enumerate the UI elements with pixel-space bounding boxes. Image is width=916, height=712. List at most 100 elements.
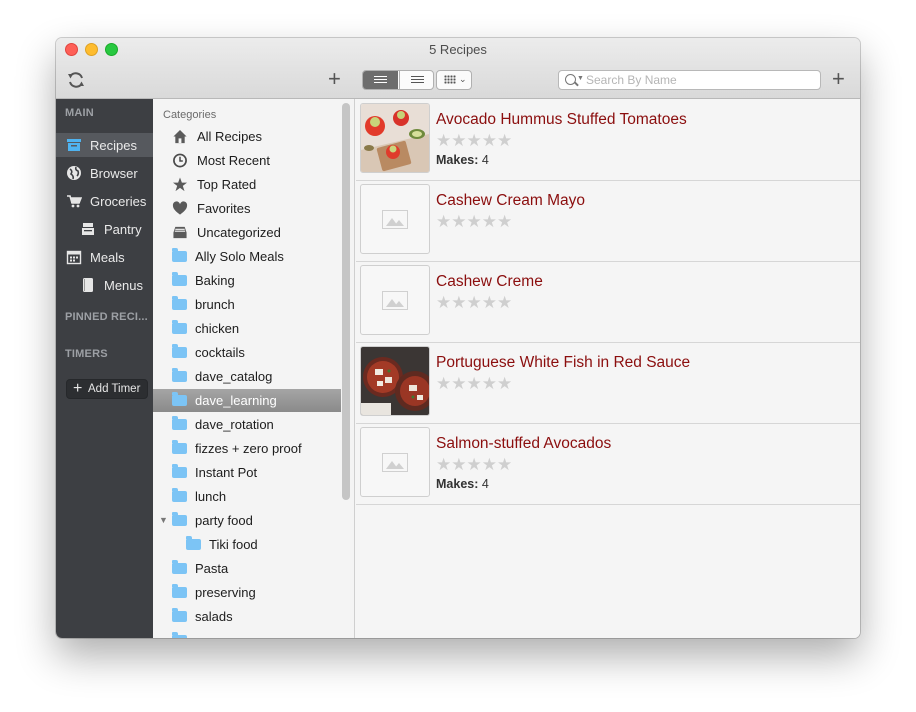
sidebar-item-pantry[interactable]: Pantry	[56, 217, 153, 241]
sidebar-item-recipes[interactable]: Recipes	[56, 133, 153, 157]
recipe-name[interactable]: Cashew Creme	[436, 273, 543, 291]
folder-icon	[172, 464, 187, 478]
add-recipe-button[interactable]: +	[832, 68, 848, 90]
folder-icon	[172, 632, 187, 638]
category-partial-row[interactable]	[153, 629, 341, 638]
recipe-box-icon	[67, 139, 81, 151]
category-brunch[interactable]: brunch	[153, 293, 341, 316]
category-salads[interactable]: salads	[153, 605, 341, 628]
heart-icon	[172, 201, 188, 215]
categories-pane: Categories All Recipes Most Recent Top R…	[153, 99, 355, 638]
list-view-icon	[374, 76, 387, 84]
sidebar-pinned-header: PINNED RECI...	[65, 311, 148, 323]
folder-icon	[172, 272, 187, 286]
folder-icon	[172, 608, 187, 622]
add-category-button[interactable]: +	[328, 68, 344, 90]
category-preserving[interactable]: preserving	[153, 581, 341, 604]
category-label: preserving	[195, 585, 256, 600]
category-label: Favorites	[197, 201, 251, 216]
category-label: All Recipes	[197, 129, 263, 144]
sidebar-item-browser[interactable]: Browser	[56, 161, 153, 185]
categories-title: Categories	[163, 109, 217, 121]
recipe-row[interactable]: Avocado Hummus Stuffed Tomatoes ★★★★★ Ma…	[356, 99, 860, 181]
recipe-row[interactable]: Salmon-stuffed Avocados ★★★★★ Makes: 4	[356, 423, 860, 505]
search-field[interactable]: ▼	[558, 70, 821, 90]
tomatoes-photo	[361, 104, 429, 172]
category-favorites[interactable]: Favorites	[153, 197, 341, 220]
category-pasta[interactable]: Pasta	[153, 557, 341, 580]
compact-list-view-button[interactable]	[399, 71, 433, 89]
recipe-makes: Makes: 4	[436, 153, 489, 167]
category-dave-learning[interactable]: dave_learning	[153, 389, 341, 412]
category-chicken[interactable]: chicken	[153, 317, 341, 340]
categories-scrollbar[interactable]	[342, 103, 350, 500]
sidebar-item-label: Pantry	[104, 222, 142, 237]
search-icon	[565, 74, 576, 85]
category-label: dave_catalog	[195, 369, 273, 384]
category-dave-catalog[interactable]: dave_catalog	[153, 365, 341, 388]
category-lunch[interactable]: lunch	[153, 485, 341, 508]
recipe-name[interactable]: Salmon-stuffed Avocados	[436, 435, 611, 453]
recipe-thumbnail	[360, 427, 430, 497]
recipe-name[interactable]: Portuguese White Fish in Red Sauce	[436, 354, 690, 372]
recipe-row[interactable]: Cashew Creme ★★★★★	[356, 261, 860, 343]
category-label: Baking	[195, 273, 235, 288]
makes-value: 4	[481, 153, 489, 167]
sidebar-item-label: Meals	[90, 250, 125, 265]
category-label: lunch	[195, 489, 227, 504]
star-icon	[172, 177, 188, 192]
recipe-thumbnail	[360, 184, 430, 254]
sidebar-item-groceries[interactable]: Groceries	[56, 189, 153, 213]
detail-list-view-button[interactable]	[363, 71, 398, 89]
category-label: salads	[195, 609, 233, 624]
category-party-food[interactable]: ▼ party food	[153, 509, 341, 532]
makes-label: Makes:	[436, 153, 479, 167]
chevron-down-icon: ⌄	[459, 74, 467, 84]
category-dave-rotation[interactable]: dave_rotation	[153, 413, 341, 436]
app-window: 5 Recipes + ⌄ ▼ + MAIN	[56, 38, 860, 638]
category-top-rated[interactable]: Top Rated	[153, 173, 341, 196]
sidebar: MAIN Recipes Browser Groceries Pantry Me…	[56, 99, 153, 638]
image-placeholder-icon	[382, 291, 408, 310]
search-input[interactable]	[586, 72, 814, 88]
menu-book-icon	[83, 278, 93, 292]
category-uncategorized[interactable]: Uncategorized	[153, 221, 341, 244]
star-rating[interactable]: ★★★★★	[436, 293, 512, 313]
star-rating[interactable]: ★★★★★	[436, 455, 512, 475]
recipe-name[interactable]: Cashew Cream Mayo	[436, 192, 585, 210]
sidebar-item-label: Groceries	[90, 194, 147, 209]
search-options-chevron-icon[interactable]: ▼	[577, 75, 584, 82]
category-fizzes-zero-proof[interactable]: fizzes + zero proof	[153, 437, 341, 460]
category-instant-pot[interactable]: Instant Pot	[153, 461, 341, 484]
sidebar-item-menus[interactable]: Menus	[56, 273, 153, 297]
calendar-icon	[66, 250, 82, 265]
disclosure-triangle-icon[interactable]: ▼	[159, 515, 168, 525]
category-all-recipes[interactable]: All Recipes	[153, 125, 341, 148]
recipe-name[interactable]: Avocado Hummus Stuffed Tomatoes	[436, 111, 687, 129]
compact-list-icon	[411, 76, 424, 84]
grid-view-dropdown[interactable]: ⌄	[436, 70, 472, 90]
star-rating[interactable]: ★★★★★	[436, 131, 512, 151]
category-most-recent[interactable]: Most Recent	[153, 149, 341, 172]
star-rating[interactable]: ★★★★★	[436, 212, 512, 232]
folder-icon	[172, 512, 187, 526]
window-title: 5 Recipes	[429, 42, 487, 57]
view-mode-segmented-control	[362, 70, 434, 90]
category-tiki-food[interactable]: Tiki food	[153, 533, 341, 556]
title-bar: 5 Recipes + ⌄ ▼ +	[56, 38, 860, 99]
sidebar-item-label: Recipes	[90, 138, 137, 153]
fish-photo	[361, 347, 429, 415]
category-baking[interactable]: Baking	[153, 269, 341, 292]
recipe-row[interactable]: Cashew Cream Mayo ★★★★★	[356, 180, 860, 262]
add-timer-button[interactable]: + Add Timer	[66, 379, 148, 399]
star-rating[interactable]: ★★★★★	[436, 374, 512, 394]
category-label: Top Rated	[197, 177, 257, 192]
sync-icon[interactable]	[66, 70, 86, 90]
folder-icon	[186, 536, 201, 550]
sidebar-item-meals[interactable]: Meals	[56, 245, 153, 269]
recipe-makes: Makes: 4	[436, 477, 489, 491]
category-cocktails[interactable]: cocktails	[153, 341, 341, 364]
category-ally-solo-meals[interactable]: Ally Solo Meals	[153, 245, 341, 268]
sidebar-timers-header: TIMERS	[65, 348, 108, 360]
recipe-row[interactable]: Portuguese White Fish in Red Sauce ★★★★★	[356, 342, 860, 424]
